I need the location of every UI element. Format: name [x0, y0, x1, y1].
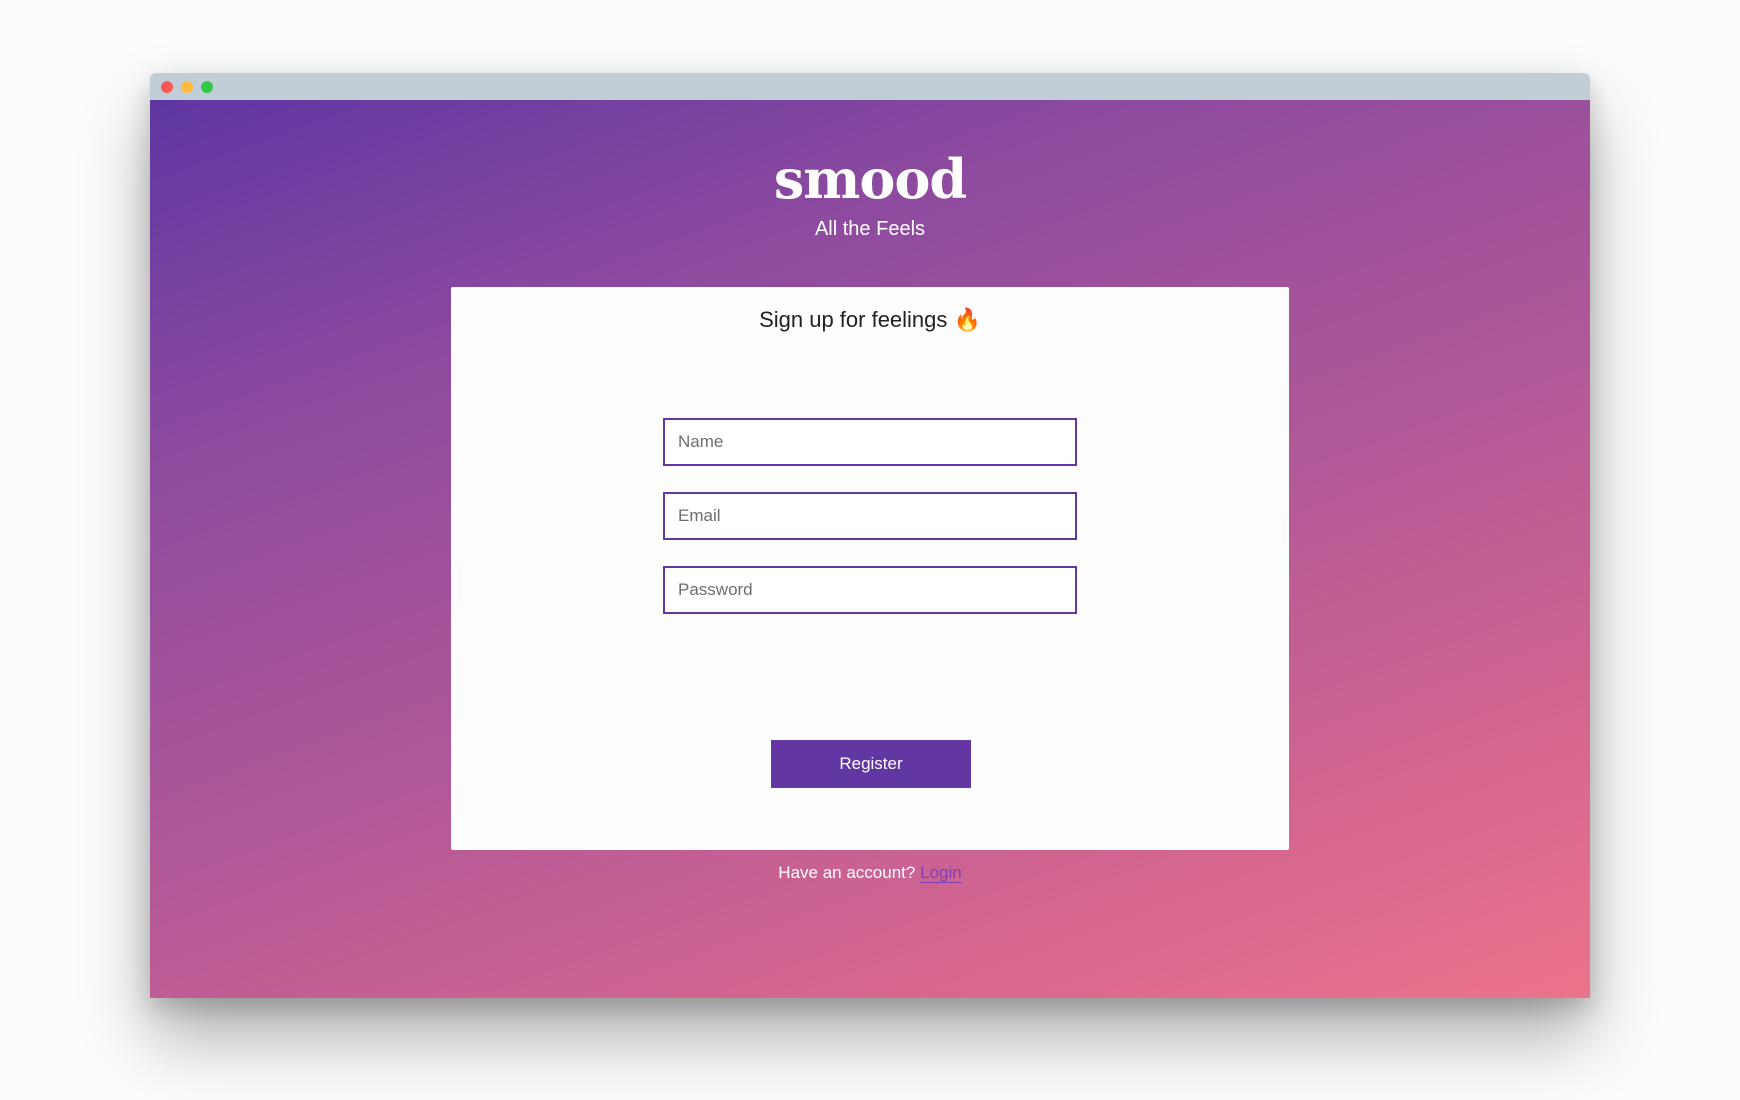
window-titlebar	[150, 73, 1590, 100]
browser-window: smood All the Feels Sign up for feelings…	[150, 73, 1590, 998]
app-tagline: All the Feels	[814, 218, 926, 240]
card-title: Sign up for feelings 🔥	[759, 307, 981, 332]
login-prompt-text: Have an account?	[778, 863, 916, 882]
signup-card: Sign up for feelings 🔥 Register	[451, 287, 1289, 850]
email-input[interactable]	[663, 492, 1077, 540]
brand-header: smood All the Feels	[150, 152, 1590, 241]
name-input[interactable]	[663, 418, 1077, 466]
minimize-window-icon[interactable]	[181, 81, 193, 93]
close-window-icon[interactable]	[161, 81, 173, 93]
password-input[interactable]	[663, 566, 1077, 614]
login-link[interactable]: Login	[920, 863, 962, 883]
page-viewport: smood All the Feels Sign up for feelings…	[150, 100, 1590, 998]
maximize-window-icon[interactable]	[201, 81, 213, 93]
app-logo: smood	[773, 147, 967, 211]
login-prompt: Have an account? Login	[150, 863, 1590, 883]
register-button[interactable]: Register	[771, 740, 971, 788]
